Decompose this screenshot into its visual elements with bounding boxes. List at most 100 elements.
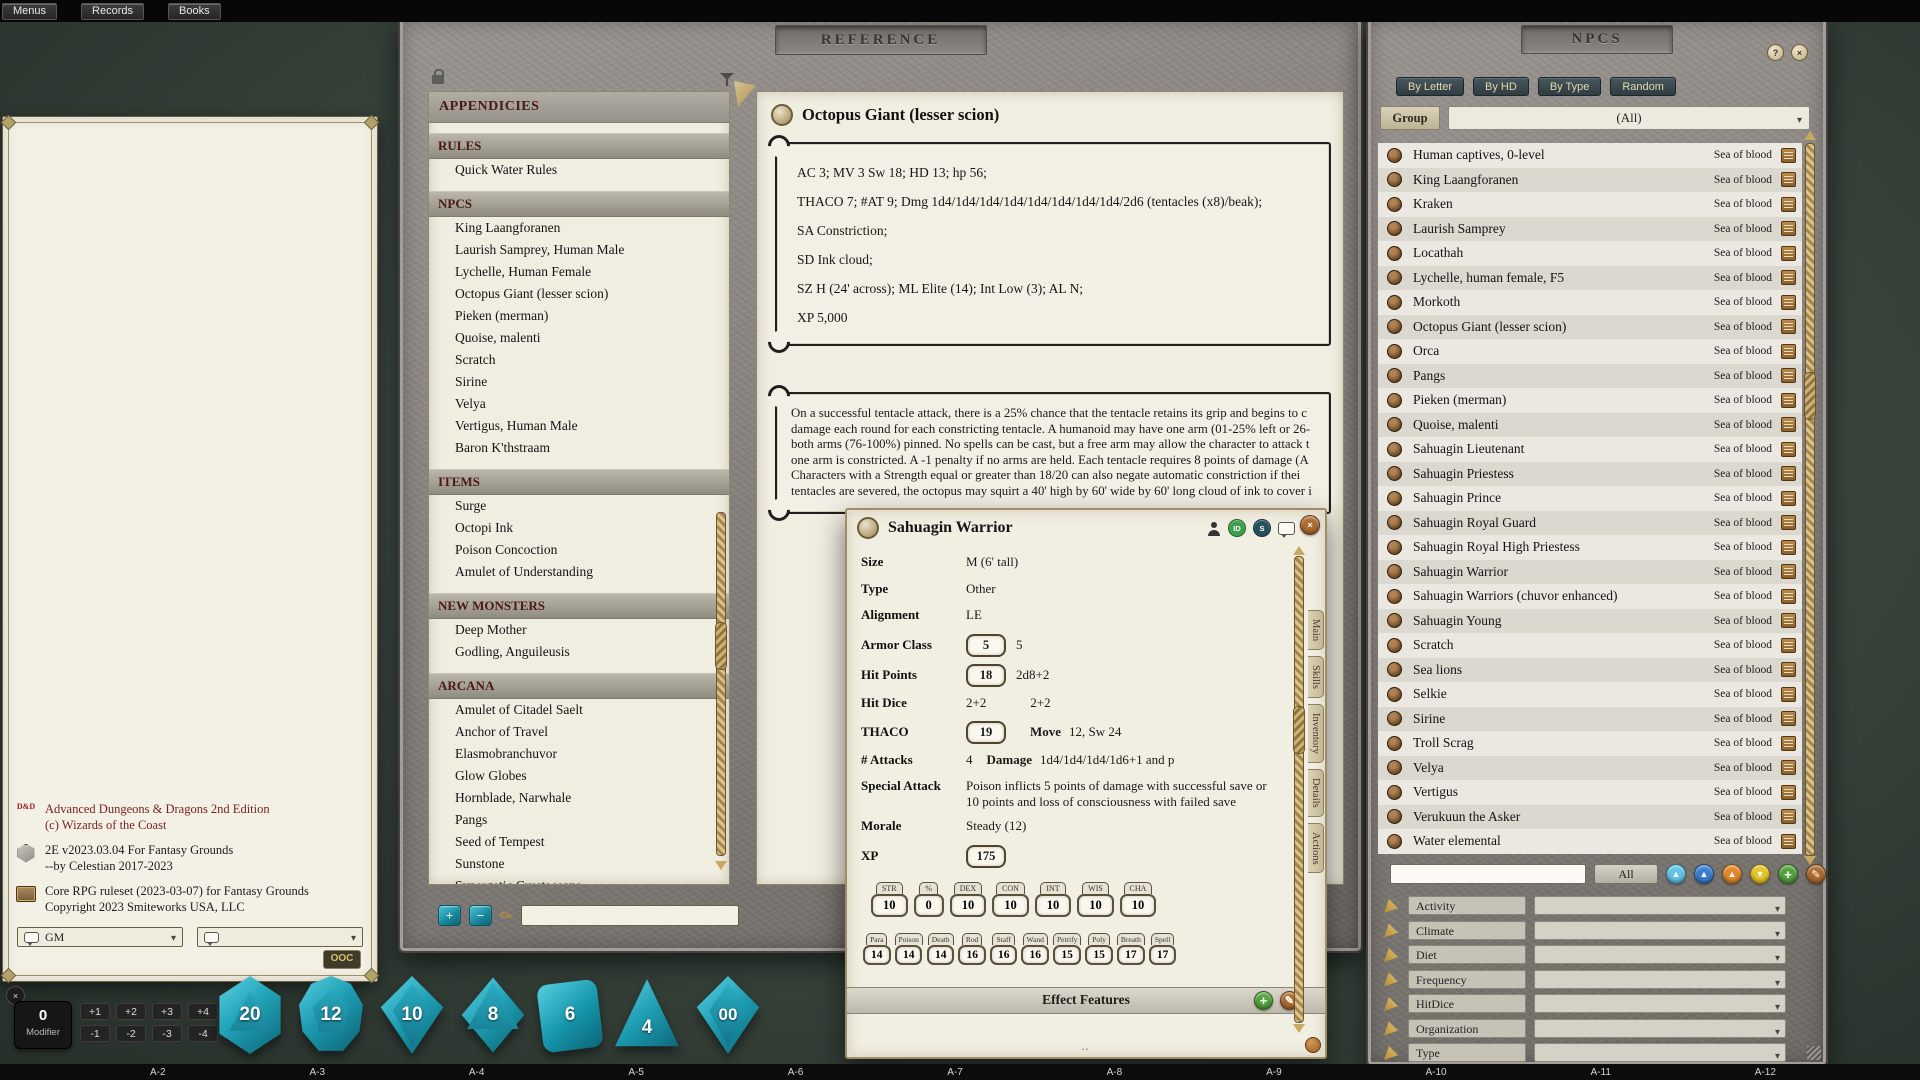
- link-icon[interactable]: [1781, 662, 1796, 677]
- sidebar-item[interactable]: Velya: [429, 393, 729, 415]
- sidebar-item[interactable]: Deep Mother: [429, 619, 729, 641]
- window-title-plaque[interactable]: NPCS: [1521, 25, 1673, 54]
- npc-row[interactable]: Verukuun the Asker Sea of blood: [1378, 805, 1802, 830]
- resize-grip[interactable]: [1807, 1046, 1821, 1060]
- sidebar-item[interactable]: Surge: [429, 495, 729, 517]
- npc-token-icon[interactable]: [1387, 736, 1402, 751]
- npc-token-icon[interactable]: [1387, 295, 1402, 310]
- link-icon[interactable]: [1781, 417, 1796, 432]
- link-icon[interactable]: [1781, 809, 1796, 824]
- modifier-box[interactable]: 0 Modifier: [14, 1001, 72, 1049]
- speak-as-badge[interactable]: S: [1253, 519, 1271, 537]
- npc-token-icon[interactable]: [1387, 662, 1402, 677]
- ability-score[interactable]: INT 10: [1035, 882, 1072, 917]
- filter-tab[interactable]: By Type: [1538, 77, 1602, 96]
- modifier-minus-button[interactable]: -3: [152, 1025, 182, 1042]
- ability-score[interactable]: CON 10: [992, 882, 1029, 917]
- sidebar-item[interactable]: Sirine: [429, 371, 729, 393]
- link-icon[interactable]: [1781, 785, 1796, 800]
- import-button[interactable]: [1750, 864, 1770, 884]
- filter-icon[interactable]: [720, 73, 734, 86]
- link-icon[interactable]: [1781, 221, 1796, 236]
- filter-select[interactable]: [1534, 970, 1786, 989]
- sidebar-item[interactable]: Quick Water Rules: [429, 159, 729, 181]
- link-icon[interactable]: [1781, 760, 1796, 775]
- scroll-up-arrow-icon[interactable]: [1804, 131, 1816, 140]
- npc-row[interactable]: Sahuagin Prince Sea of blood: [1378, 486, 1802, 511]
- link-icon[interactable]: [1781, 270, 1796, 285]
- link-icon[interactable]: [1781, 295, 1796, 310]
- armor-class-extra[interactable]: 5: [1016, 637, 1023, 653]
- npc-row[interactable]: Laurish Samprey Sea of blood: [1378, 217, 1802, 242]
- help-button[interactable]: [1767, 44, 1784, 61]
- npc-row[interactable]: Sahuagin Lieutenant Sea of blood: [1378, 437, 1802, 462]
- filter-tab[interactable]: By HD: [1473, 77, 1529, 96]
- modifier-minus-button[interactable]: -1: [80, 1025, 110, 1042]
- reference-search-input[interactable]: [521, 905, 739, 926]
- npc-row[interactable]: Sahuagin Warriors (chuvor enhanced) Sea …: [1378, 584, 1802, 609]
- add-npc-button[interactable]: [1778, 864, 1798, 884]
- chat-speaker-select[interactable]: GM: [17, 927, 183, 947]
- filter-select[interactable]: [1534, 896, 1786, 915]
- armor-class-box[interactable]: 5: [966, 634, 1006, 657]
- close-button[interactable]: [1300, 515, 1320, 535]
- npc-row[interactable]: Sirine Sea of blood: [1378, 707, 1802, 732]
- books-button[interactable]: Books: [168, 3, 221, 20]
- link-icon[interactable]: [1781, 344, 1796, 359]
- filter-tab[interactable]: Random: [1610, 77, 1676, 96]
- sheet-scrollbar[interactable]: [1294, 556, 1304, 1023]
- npc-row[interactable]: Velya Sea of blood: [1378, 756, 1802, 781]
- npc-token-icon[interactable]: [1387, 442, 1402, 457]
- saving-throw[interactable]: Wand 16: [1021, 933, 1049, 965]
- npc-row[interactable]: King Laangforanen Sea of blood: [1378, 168, 1802, 193]
- npc-token-icon[interactable]: [1387, 613, 1402, 628]
- sidebar-scrollbar[interactable]: [716, 512, 726, 856]
- sidebar-item[interactable]: King Laangforanen: [429, 217, 729, 239]
- sidebar-item[interactable]: Glow Globes: [429, 765, 729, 787]
- group-select[interactable]: (All): [1448, 106, 1810, 130]
- add-effect-button[interactable]: [1254, 991, 1273, 1010]
- modifier-minus-button[interactable]: -2: [116, 1025, 146, 1042]
- close-button[interactable]: [1791, 44, 1808, 61]
- npc-token-icon[interactable]: [1387, 221, 1402, 236]
- link-icon[interactable]: [1781, 393, 1796, 408]
- zoom-in-button[interactable]: +: [438, 905, 461, 926]
- sheet-tab[interactable]: Actions: [1308, 823, 1324, 874]
- npc-token-icon[interactable]: [1387, 368, 1402, 383]
- resize-grip[interactable]: [1305, 1037, 1321, 1053]
- link-icon[interactable]: [1781, 148, 1796, 163]
- link-icon[interactable]: [1781, 613, 1796, 628]
- npc-token-icon[interactable]: [1387, 466, 1402, 481]
- npc-row[interactable]: Morkoth Sea of blood: [1378, 290, 1802, 315]
- sidebar-item[interactable]: Seed of Tempest: [429, 831, 729, 853]
- xp-box[interactable]: 175: [966, 845, 1006, 868]
- sidebar-item[interactable]: Pieken (merman): [429, 305, 729, 327]
- attacks-value[interactable]: 4: [966, 752, 973, 768]
- hit-dice-value[interactable]: 2+2: [966, 695, 986, 711]
- saving-throw[interactable]: Para 14: [863, 933, 891, 965]
- sidebar-item[interactable]: Octopus Giant (lesser scion): [429, 283, 729, 305]
- d20-die[interactable]: 20: [212, 970, 288, 1060]
- sidebar-item[interactable]: Octopi Ink: [429, 517, 729, 539]
- npc-row[interactable]: Water elemental Sea of blood: [1378, 829, 1802, 854]
- npc-token-icon[interactable]: [1387, 148, 1402, 163]
- d100-die[interactable]: 00: [690, 970, 766, 1060]
- link-icon[interactable]: [1781, 564, 1796, 579]
- filter-select[interactable]: [1534, 1019, 1786, 1038]
- d10-die[interactable]: 10: [374, 970, 450, 1060]
- npc-row[interactable]: Pangs Sea of blood: [1378, 364, 1802, 389]
- modifier-plus-button[interactable]: +2: [116, 1003, 146, 1020]
- menus-button[interactable]: Menus: [2, 3, 57, 20]
- npc-row[interactable]: Orca Sea of blood: [1378, 339, 1802, 364]
- records-button[interactable]: Records: [81, 3, 144, 20]
- sidebar-item[interactable]: Hornblade, Narwhale: [429, 787, 729, 809]
- npc-token-icon[interactable]: [1387, 564, 1402, 579]
- identified-badge[interactable]: ID: [1228, 519, 1246, 537]
- zoom-out-button[interactable]: −: [469, 905, 492, 926]
- sidebar-item[interactable]: Synergetic Crustaceans: [429, 875, 729, 885]
- modifier-plus-button[interactable]: +1: [80, 1003, 110, 1020]
- link-icon[interactable]: [1781, 368, 1796, 383]
- size-value[interactable]: M (6' tall): [966, 554, 1018, 570]
- d12-die[interactable]: 12: [293, 970, 369, 1060]
- npc-row[interactable]: Vertigus Sea of blood: [1378, 780, 1802, 805]
